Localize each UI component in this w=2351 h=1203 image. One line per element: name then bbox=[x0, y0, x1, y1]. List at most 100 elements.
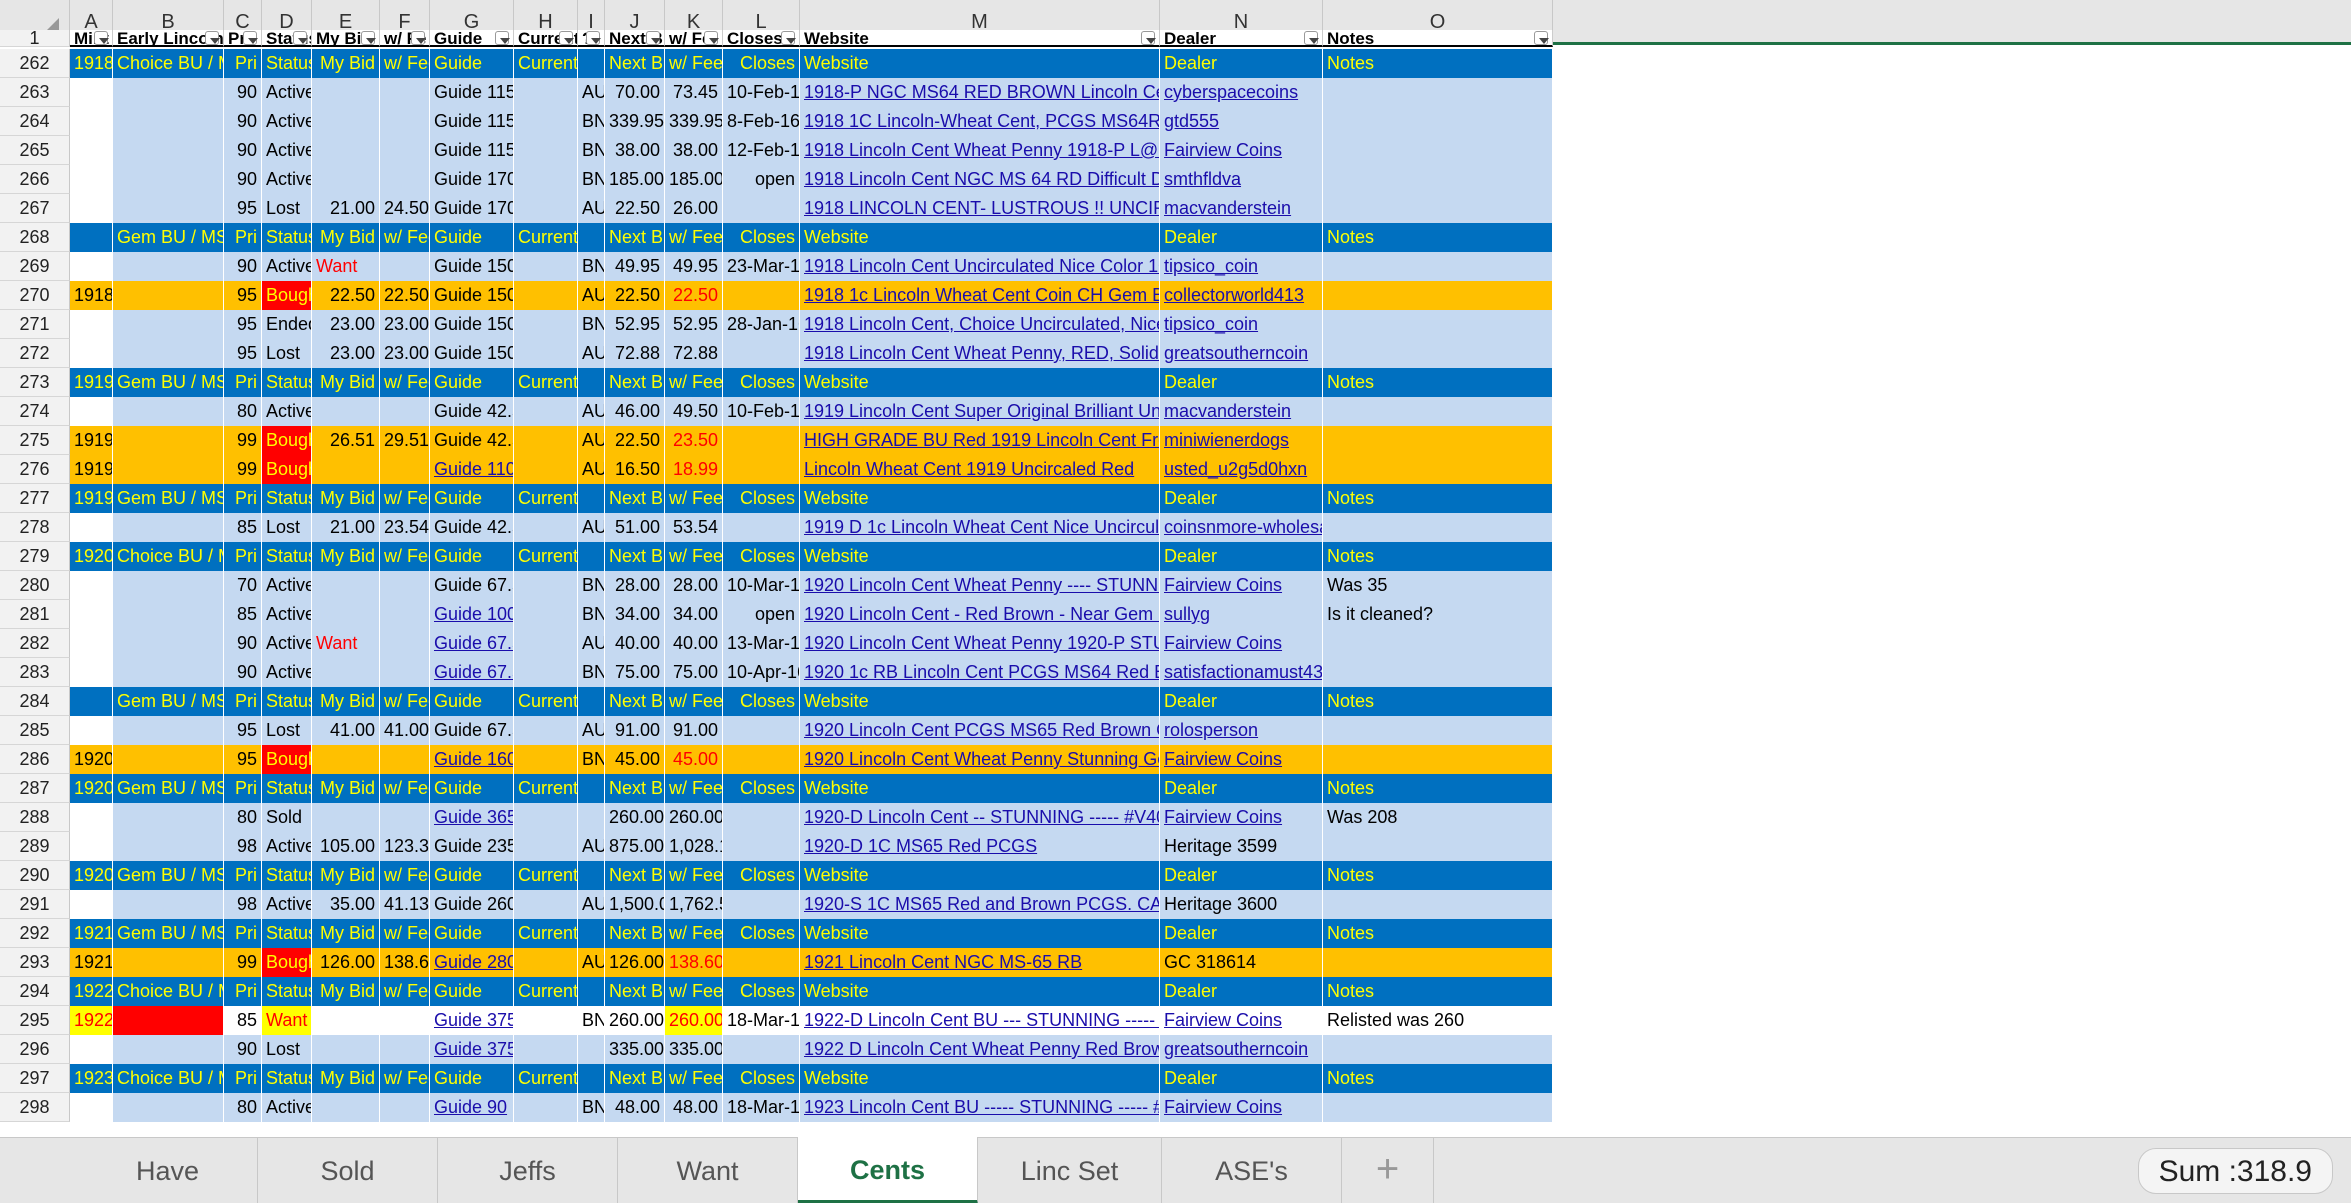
cell-n[interactable]: coinsnmore-wholesale bbox=[1160, 513, 1323, 542]
cell-n[interactable]: Fairview Coins bbox=[1160, 571, 1323, 600]
cell-i[interactable] bbox=[578, 861, 605, 890]
cell-h[interactable] bbox=[514, 803, 578, 832]
cell-c[interactable]: 99 bbox=[224, 426, 262, 455]
cell-i[interactable] bbox=[578, 919, 605, 948]
cell-h[interactable] bbox=[514, 1093, 578, 1122]
cell-l[interactable]: Closes bbox=[723, 977, 800, 1006]
cell-f[interactable] bbox=[380, 600, 430, 629]
cell-e[interactable]: My Bid bbox=[312, 223, 380, 252]
sum-indicator[interactable]: Sum :318.9 bbox=[2137, 1148, 2333, 1194]
cell-f[interactable]: w/ Fee bbox=[380, 687, 430, 716]
cell-n[interactable]: collectorworld413 bbox=[1160, 281, 1323, 310]
cell-i[interactable] bbox=[578, 1035, 605, 1064]
cell-i[interactable] bbox=[578, 368, 605, 397]
sheet-tab-linc-set[interactable]: Linc Set bbox=[978, 1138, 1162, 1203]
filter-dropdown-icon[interactable] bbox=[704, 31, 719, 45]
sheet-tab-want[interactable]: Want bbox=[618, 1138, 798, 1203]
cell-b[interactable] bbox=[113, 1093, 224, 1122]
row-number[interactable]: 262 bbox=[0, 49, 70, 78]
cell-o[interactable] bbox=[1323, 252, 1553, 281]
cell-c[interactable]: 90 bbox=[224, 78, 262, 107]
cell-n[interactable]: smthfldva bbox=[1160, 165, 1323, 194]
cell-c[interactable]: 95 bbox=[224, 310, 262, 339]
cell-i[interactable] bbox=[578, 977, 605, 1006]
cell-g[interactable]: Guide 2350 bbox=[430, 832, 514, 861]
cell-n[interactable]: Dealer bbox=[1160, 1064, 1323, 1093]
cell-o[interactable] bbox=[1323, 107, 1553, 136]
cell-b[interactable]: Gem BU / MS65 bbox=[113, 368, 224, 397]
header-cell-a[interactable]: Mint bbox=[70, 30, 113, 47]
row-number[interactable]: 294 bbox=[0, 977, 70, 1006]
cell-a[interactable] bbox=[70, 223, 113, 252]
cell-i[interactable]: AU bbox=[578, 78, 605, 107]
cell-l[interactable]: Closes bbox=[723, 368, 800, 397]
cell-f[interactable]: w/ Fee bbox=[380, 49, 430, 78]
cell-a[interactable]: 1920P bbox=[70, 542, 113, 571]
cell-o[interactable]: Relisted was 260 bbox=[1323, 1006, 1553, 1035]
cell-k[interactable]: 23.50 bbox=[665, 426, 723, 455]
cell-i[interactable] bbox=[578, 223, 605, 252]
row-number[interactable]: 291 bbox=[0, 890, 70, 919]
cell-m[interactable]: 1919 Lincoln Cent Super Original Brillia… bbox=[800, 397, 1160, 426]
cell-m[interactable]: 1918 1C Lincoln-Wheat Cent, PCGS MS64RD bbox=[800, 107, 1160, 136]
cell-h[interactable] bbox=[514, 890, 578, 919]
cell-c[interactable]: 90 bbox=[224, 252, 262, 281]
sheet-tab-cents[interactable]: Cents bbox=[798, 1137, 978, 1203]
cell-f[interactable]: w/ Fee bbox=[380, 977, 430, 1006]
cell-d[interactable]: Active bbox=[262, 136, 312, 165]
cell-d[interactable]: Bought bbox=[262, 426, 312, 455]
row-number[interactable]: 277 bbox=[0, 484, 70, 513]
cell-l[interactable] bbox=[723, 1035, 800, 1064]
cell-j[interactable]: 260.00 bbox=[605, 1006, 665, 1035]
cell-c[interactable]: 85 bbox=[224, 600, 262, 629]
cell-a[interactable] bbox=[70, 107, 113, 136]
cell-g[interactable]: Guide 150 bbox=[430, 310, 514, 339]
cell-e[interactable]: 105.00 bbox=[312, 832, 380, 861]
cell-a[interactable]: 1921P bbox=[70, 919, 113, 948]
cell-n[interactable]: Dealer bbox=[1160, 368, 1323, 397]
cell-b[interactable] bbox=[113, 281, 224, 310]
cell-i[interactable]: BN bbox=[578, 745, 605, 774]
cell-a[interactable]: 1919P bbox=[70, 368, 113, 397]
row-number[interactable]: 266 bbox=[0, 165, 70, 194]
cell-b[interactable] bbox=[113, 136, 224, 165]
cell-m[interactable]: 1918 Lincoln Cent, Choice Uncirculated, … bbox=[800, 310, 1160, 339]
cell-h[interactable] bbox=[514, 600, 578, 629]
cell-h[interactable]: Current bbox=[514, 368, 578, 397]
cell-m[interactable]: 1920 Lincoln Cent - Red Brown - Near Gem… bbox=[800, 600, 1160, 629]
cell-j[interactable]: 22.50 bbox=[605, 281, 665, 310]
cell-h[interactable]: Current bbox=[514, 542, 578, 571]
row-number[interactable]: 289 bbox=[0, 832, 70, 861]
row-number[interactable]: 269 bbox=[0, 252, 70, 281]
cell-o[interactable]: Notes bbox=[1323, 977, 1553, 1006]
cell-m[interactable]: 1922-D Lincoln Cent BU --- STUNNING ----… bbox=[800, 1006, 1160, 1035]
cell-n[interactable]: Dealer bbox=[1160, 223, 1323, 252]
cell-c[interactable]: Pri bbox=[224, 368, 262, 397]
cell-i[interactable] bbox=[578, 49, 605, 78]
cell-b[interactable]: Choice BU / MS64 bbox=[113, 49, 224, 78]
row-number[interactable]: 274 bbox=[0, 397, 70, 426]
cell-k[interactable]: 52.95 bbox=[665, 310, 723, 339]
cell-k[interactable]: 72.88 bbox=[665, 339, 723, 368]
cell-d[interactable]: Active bbox=[262, 571, 312, 600]
cell-i[interactable]: AU bbox=[578, 890, 605, 919]
cell-i[interactable]: AU bbox=[578, 339, 605, 368]
cell-m[interactable]: Website bbox=[800, 223, 1160, 252]
cell-b[interactable] bbox=[113, 165, 224, 194]
cell-j[interactable]: 335.00 bbox=[605, 1035, 665, 1064]
cell-e[interactable] bbox=[312, 455, 380, 484]
cell-e[interactable]: My Bid bbox=[312, 861, 380, 890]
header-cell-f[interactable]: w/ Fe bbox=[380, 30, 430, 47]
cell-n[interactable]: rolosperson bbox=[1160, 716, 1323, 745]
cell-i[interactable]: BN bbox=[578, 107, 605, 136]
cell-c[interactable]: 95 bbox=[224, 339, 262, 368]
cell-j[interactable]: Next Bid bbox=[605, 368, 665, 397]
cell-a[interactable]: 1919P bbox=[70, 426, 113, 455]
filter-dropdown-icon[interactable] bbox=[646, 31, 661, 45]
cell-m[interactable]: 1918 Lincoln Cent NGC MS 64 RD Difficult… bbox=[800, 165, 1160, 194]
cell-d[interactable]: Active bbox=[262, 165, 312, 194]
cell-e[interactable] bbox=[312, 1006, 380, 1035]
cell-c[interactable]: 99 bbox=[224, 948, 262, 977]
cell-j[interactable]: 46.00 bbox=[605, 397, 665, 426]
cell-i[interactable]: AU bbox=[578, 194, 605, 223]
